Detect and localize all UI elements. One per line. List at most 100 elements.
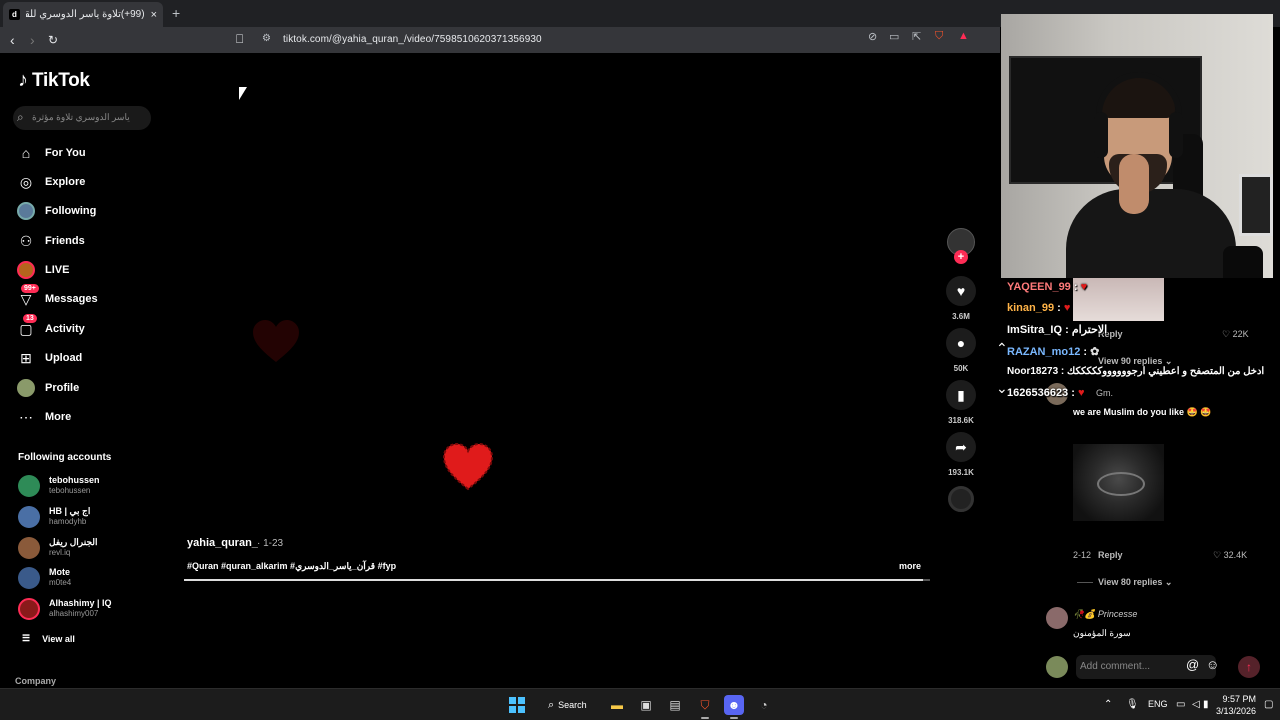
media-off-icon[interactable]: ⊘ xyxy=(868,30,877,43)
reload-icon[interactable]: ↻ xyxy=(48,31,58,49)
comment-username[interactable]: Gm. xyxy=(1096,388,1113,398)
caption-more-button[interactable]: more xyxy=(899,561,921,571)
video-progress-fill xyxy=(184,579,923,581)
tray-expand-icon[interactable]: ⌃ xyxy=(1104,699,1112,710)
notification-icon[interactable]: ▢ xyxy=(1264,699,1273,710)
nav-messages[interactable]: ▽ 99+ Messages xyxy=(17,284,98,310)
taskbar-search-button[interactable]: ⌕ Search xyxy=(540,694,596,716)
tiktok-logo[interactable]: ♪ TikTok xyxy=(18,69,90,92)
app-icon[interactable]: ◔ xyxy=(754,695,774,715)
clock[interactable]: 9:57 PM 3/13/2026 xyxy=(1212,693,1256,717)
avatar xyxy=(18,475,40,497)
account-handle: alhashimy007 xyxy=(49,609,99,618)
chevron-up-icon[interactable]: ⌃ xyxy=(996,340,1008,357)
brave-browser-icon[interactable]: ⛉ xyxy=(695,695,715,715)
windows-start-icon[interactable] xyxy=(509,697,525,713)
friends-icon: ⚇ xyxy=(19,232,33,249)
chat-message: Noor18273 : ادخل من المتصفح و اعطيني ارج… xyxy=(1007,366,1265,377)
network-icon[interactable]: ▭ xyxy=(1176,699,1185,710)
battery-icon[interactable]: ▮ xyxy=(1203,699,1209,710)
comment-button[interactable]: ● xyxy=(946,328,976,358)
following-account[interactable]: Mote m0te4 xyxy=(18,565,158,591)
nav-explore[interactable]: ◎ Explore xyxy=(17,171,85,193)
back-icon[interactable]: ‹ xyxy=(10,31,15,49)
avatar xyxy=(1046,656,1068,678)
site-settings-icon[interactable]: ⚙ xyxy=(262,33,271,44)
comment-icon: ● xyxy=(956,335,966,351)
chat-message: ImSitra_IQ : الاحترام xyxy=(1007,324,1108,336)
language-indicator[interactable]: ENG xyxy=(1148,699,1168,709)
share-count: 193.1K xyxy=(948,468,974,477)
nav-live[interactable]: LIVE xyxy=(17,259,69,281)
comment-username[interactable]: 🥀💰 Princesse xyxy=(1073,609,1137,620)
new-tab-button[interactable]: + xyxy=(172,5,180,21)
share-button[interactable]: ➦ xyxy=(946,432,976,462)
microphone-icon[interactable]: 🎙 xyxy=(1126,699,1139,710)
avatar[interactable] xyxy=(1046,607,1068,629)
follow-plus-icon[interactable]: + xyxy=(954,250,968,264)
activity-badge: 13 xyxy=(23,314,37,323)
avatar xyxy=(18,537,40,559)
view-replies-button[interactable]: View 80 replies ⌄ xyxy=(1098,577,1172,588)
browser-tab[interactable]: d (99+)تلاوة ياسر الدوسري للقرآن الك × xyxy=(3,2,163,27)
chat-message: YAQEEN_99 : ♥ xyxy=(1007,281,1088,293)
comment-placeholder: Add comment... xyxy=(1080,661,1151,672)
bookmark-icon[interactable]: ⎕ xyxy=(236,32,243,47)
discord-icon[interactable]: ☻ xyxy=(724,695,744,715)
nav-profile[interactable]: Profile xyxy=(17,377,79,399)
comment-like[interactable]: ♡ 22K xyxy=(1222,329,1249,340)
music-disc-icon[interactable] xyxy=(948,486,974,512)
nav-following[interactable]: Following xyxy=(17,200,96,222)
following-account[interactable]: الجنرال ريفل revl.iq xyxy=(18,535,158,561)
file-explorer-icon[interactable]: ▬ xyxy=(607,695,627,715)
brave-rewards-icon[interactable]: ▲ xyxy=(958,30,969,42)
following-account[interactable]: HB | اج بي hamodyhb xyxy=(18,504,158,530)
video-player[interactable]: yahia_quran_ · 1-23 #Quran #quran_alkari… xyxy=(165,53,1000,688)
url-text[interactable]: tiktok.com/@yahia_quran_/video/759851062… xyxy=(283,34,542,45)
reply-button[interactable]: Reply xyxy=(1098,550,1123,560)
nav-label: Friends xyxy=(45,235,85,247)
save-count: 318.6K xyxy=(948,416,974,425)
nav-label: Explore xyxy=(45,176,86,188)
brave-shield-icon[interactable]: ⛉ xyxy=(935,30,943,43)
view-all-button[interactable]: ☰ View all xyxy=(22,633,75,644)
share-icon[interactable]: ⇱ xyxy=(912,30,921,43)
nav-friends[interactable]: ⚇ Friends xyxy=(17,230,85,252)
chat-message: 1626536623 : ♥ xyxy=(1007,387,1085,399)
tiktok-sidebar: ♪ TikTok ⌕ ياسر الدوسري تلاوة مؤثرة ⌂ Fo… xyxy=(0,53,165,688)
heart-icon: ♥ xyxy=(956,283,966,299)
tiktok-favicon-icon: d xyxy=(9,9,20,20)
close-tab-icon[interactable]: × xyxy=(151,9,157,21)
video-progress-bar[interactable] xyxy=(184,579,930,581)
video-username[interactable]: yahia_quran_ xyxy=(187,537,258,549)
forward-icon[interactable]: › xyxy=(30,31,35,49)
save-button[interactable]: ▮ xyxy=(946,380,976,410)
emoji-icon[interactable]: ☺ xyxy=(1206,657,1219,672)
mention-icon[interactable]: @ xyxy=(1186,657,1199,672)
like-button[interactable]: ♥ xyxy=(946,276,976,306)
following-avatar xyxy=(17,202,35,220)
volume-icon[interactable]: ◁ xyxy=(1192,699,1200,710)
search-input[interactable]: ⌕ ياسر الدوسري تلاوة مؤثرة xyxy=(13,106,151,130)
following-account[interactable]: Alhashimy | IQ alhashimy007 xyxy=(18,596,158,622)
send-icon[interactable]: ↑ xyxy=(1238,656,1260,678)
nav-label: For You xyxy=(45,147,86,159)
nav-for-you[interactable]: ⌂ For You xyxy=(17,142,86,164)
notepad-icon[interactable]: ▤ xyxy=(665,695,685,715)
following-account[interactable]: tebohussen tebohussen xyxy=(18,473,158,499)
company-link[interactable]: Company xyxy=(15,676,56,686)
video-hashtags[interactable]: #Quran #quran_alkarim #قرآن_ياسر_الدوسري… xyxy=(187,561,396,572)
nav-more[interactable]: ⋯ More xyxy=(17,406,71,428)
chevron-down-icon[interactable]: ⌄ xyxy=(996,380,1008,397)
streamer-body xyxy=(1066,189,1236,278)
tiktok-note-icon: ♪ xyxy=(18,69,28,91)
nav-label: Following xyxy=(45,205,97,217)
comment-image[interactable] xyxy=(1073,444,1164,521)
nav-activity[interactable]: ▢ 13 Activity xyxy=(17,314,85,340)
cast-icon[interactable]: ▭ xyxy=(889,30,899,43)
nav-upload[interactable]: ⊞ Upload xyxy=(17,347,82,369)
store-icon[interactable]: ▣ xyxy=(636,695,656,715)
comment-composer: Add comment... @ ☺ ↑ xyxy=(1030,650,1280,684)
following-accounts-title: Following accounts xyxy=(18,452,112,463)
comment-like[interactable]: ♡ 32.4K xyxy=(1213,550,1247,561)
